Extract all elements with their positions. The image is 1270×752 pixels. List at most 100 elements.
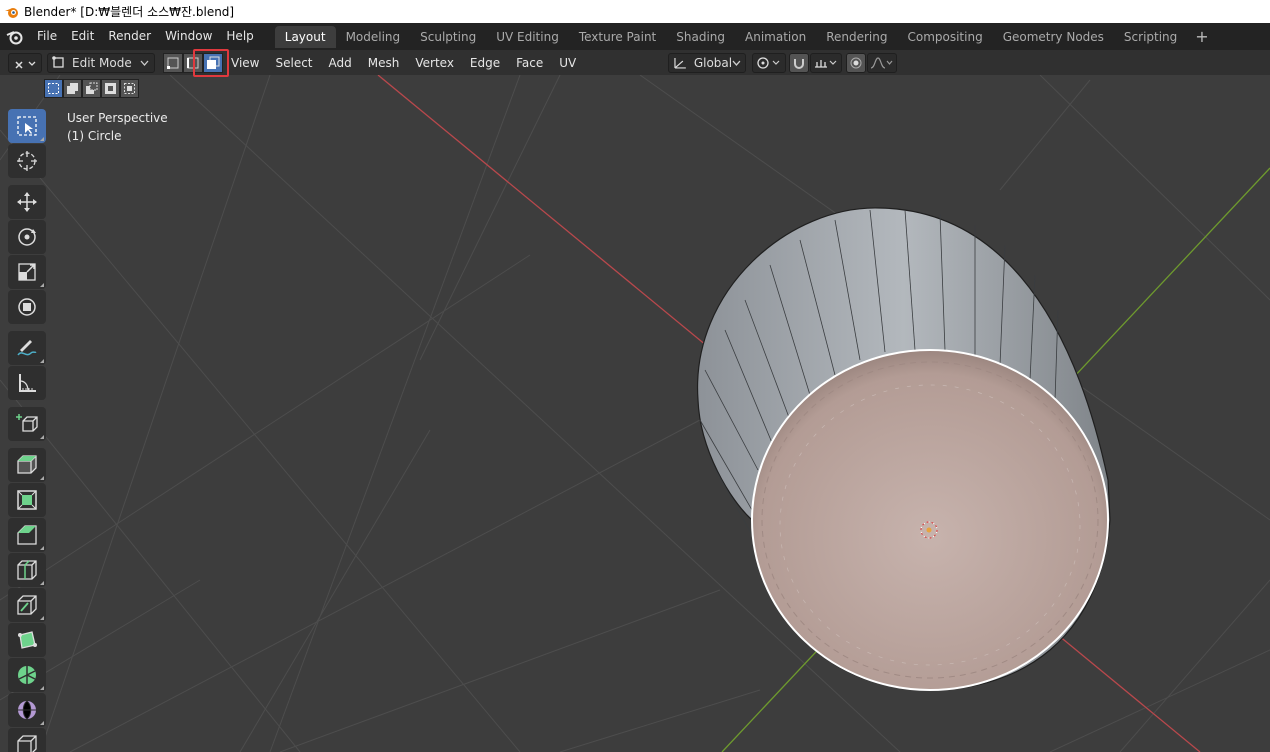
select-invert-button[interactable] — [101, 79, 120, 98]
poly-build-icon — [18, 631, 37, 649]
move-tool[interactable] — [8, 185, 46, 219]
poly-build-tool[interactable] — [8, 623, 46, 657]
transform-icon — [18, 298, 36, 316]
pivot-point-selector[interactable] — [752, 52, 786, 73]
extrude-tool[interactable] — [8, 448, 46, 482]
knife-icon — [17, 595, 37, 615]
select-new-icon — [48, 83, 59, 94]
editor-type-icon — [15, 60, 36, 69]
tab-scripting[interactable]: Scripting — [1114, 26, 1187, 48]
tab-animation[interactable]: Animation — [735, 26, 816, 48]
orientation-axes-icon — [674, 57, 686, 69]
annotate-tool[interactable] — [8, 331, 46, 365]
cursor-icon — [17, 151, 37, 171]
spin-tool[interactable] — [8, 658, 46, 692]
tab-compositing[interactable]: Compositing — [897, 26, 992, 48]
tab-uv-editing[interactable]: UV Editing — [486, 26, 569, 48]
menu-file[interactable]: File — [30, 23, 64, 50]
select-mode-group — [163, 52, 223, 73]
select-extend-icon — [67, 83, 78, 94]
tab-rendering[interactable]: Rendering — [816, 26, 897, 48]
transform-orientation-selector[interactable]: Global — [668, 52, 746, 73]
menu-edge[interactable]: Edge — [462, 56, 508, 70]
select-invert-icon — [105, 83, 116, 94]
menu-edit[interactable]: Edit — [64, 23, 101, 50]
rotate-icon — [18, 228, 36, 246]
tab-layout[interactable]: Layout — [274, 25, 336, 48]
edge-select-icon — [187, 57, 199, 68]
blender-menu-icon[interactable] — [0, 23, 30, 50]
bevel-tool[interactable] — [8, 518, 46, 552]
tab-texture-paint[interactable]: Texture Paint — [569, 26, 666, 48]
perspective-label: User Perspective — [67, 111, 168, 125]
inset-icon — [17, 490, 37, 510]
menu-select[interactable]: Select — [267, 56, 320, 70]
menu-window[interactable]: Window — [158, 23, 219, 50]
menu-face[interactable]: Face — [508, 56, 551, 70]
scale-tool[interactable] — [8, 255, 46, 289]
select-box-tool[interactable] — [8, 109, 46, 143]
window-title-bar: Blender* [D:₩블렌더 소스₩잔.blend] — [0, 0, 1270, 23]
annotate-icon — [17, 340, 37, 356]
orientation-label: Global — [693, 55, 733, 70]
bevel-icon — [17, 525, 37, 545]
face-select-button[interactable] — [203, 52, 223, 73]
3d-viewport[interactable] — [0, 75, 1270, 752]
blender-logo-icon — [5, 7, 18, 18]
cursor-tool[interactable] — [8, 144, 46, 178]
top-bar: File Edit Render Window Help Layout Mode… — [0, 23, 1270, 50]
mode-label: Edit Mode — [72, 55, 132, 70]
select-intersect-icon — [124, 83, 135, 94]
scale-icon — [18, 263, 36, 281]
tool-shelf — [8, 108, 50, 752]
tab-modeling[interactable]: Modeling — [336, 26, 411, 48]
smooth-icon — [18, 700, 36, 720]
menu-vertex[interactable]: Vertex — [407, 56, 462, 70]
snap-increment-icon — [815, 59, 837, 68]
edge-slide-tool[interactable] — [8, 728, 46, 752]
transform-tool[interactable] — [8, 290, 46, 324]
knife-tool[interactable] — [8, 588, 46, 622]
menu-render[interactable]: Render — [101, 23, 158, 50]
menu-mesh[interactable]: Mesh — [360, 56, 408, 70]
select-intersect-button[interactable] — [120, 79, 139, 98]
proportional-editing-toggle[interactable] — [846, 52, 866, 73]
add-cube-tool[interactable] — [8, 407, 46, 441]
menu-view[interactable]: View — [223, 56, 267, 70]
menu-help[interactable]: Help — [219, 23, 260, 50]
spin-icon — [18, 666, 36, 684]
snap-target-selector[interactable] — [810, 52, 842, 73]
select-extend-button[interactable] — [63, 79, 82, 98]
measure-tool[interactable] — [8, 366, 46, 400]
proportional-falloff-selector[interactable] — [867, 52, 897, 73]
select-box-icon — [17, 116, 37, 136]
select-subtract-button[interactable] — [82, 79, 101, 98]
smooth-tool[interactable] — [8, 693, 46, 727]
viewport-info: User Perspective (1) Circle — [67, 109, 168, 145]
select-new-button[interactable] — [44, 79, 63, 98]
add-workspace-button[interactable]: + — [1187, 27, 1216, 46]
box-select-mode-group — [44, 79, 139, 98]
window-title: Blender* [D:₩블렌더 소스₩잔.blend] — [24, 5, 235, 19]
snap-toggle[interactable] — [789, 52, 809, 73]
vertex-select-button[interactable] — [163, 52, 183, 73]
tab-shading[interactable]: Shading — [666, 26, 735, 48]
mode-selector[interactable]: Edit Mode — [47, 52, 155, 73]
rotate-tool[interactable] — [8, 220, 46, 254]
measure-icon — [19, 374, 36, 392]
tab-geometry-nodes[interactable]: Geometry Nodes — [993, 26, 1114, 48]
edge-slide-icon — [17, 735, 37, 752]
edge-select-button[interactable] — [183, 52, 203, 73]
magnet-icon — [794, 58, 804, 69]
select-subtract-icon — [86, 82, 98, 94]
add-cube-icon — [16, 414, 38, 432]
tab-sculpting[interactable]: Sculpting — [410, 26, 486, 48]
pivot-point-icon — [757, 56, 780, 69]
menu-uv[interactable]: UV — [551, 56, 584, 70]
menu-add[interactable]: Add — [321, 56, 360, 70]
inset-tool[interactable] — [8, 483, 46, 517]
loop-cut-tool[interactable] — [8, 553, 46, 587]
falloff-curve-icon — [870, 56, 893, 69]
editor-type-selector[interactable] — [8, 52, 42, 73]
object-label: (1) Circle — [67, 129, 122, 143]
